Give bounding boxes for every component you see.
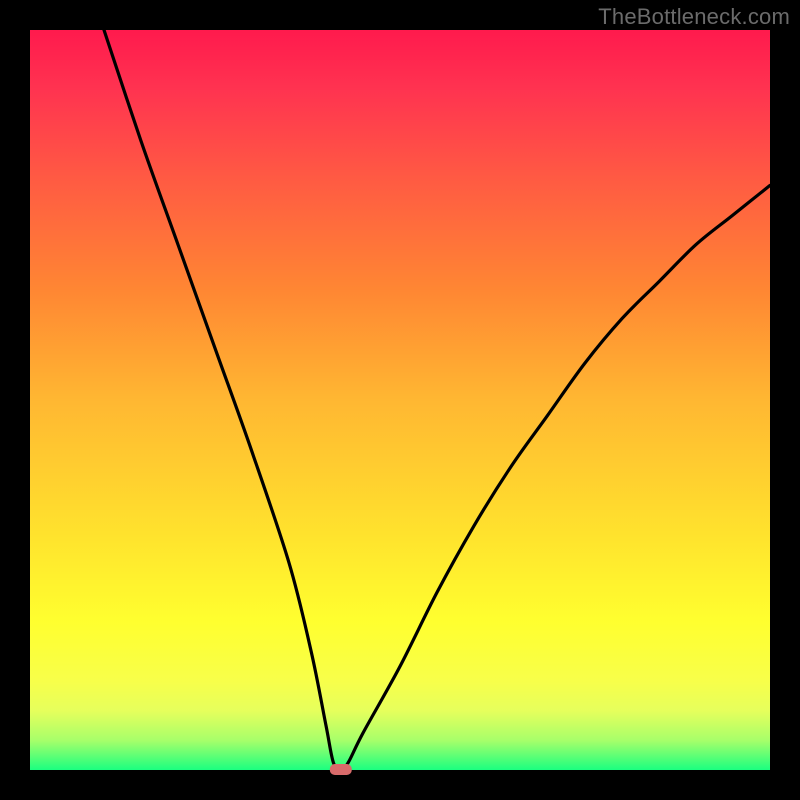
plot-area xyxy=(30,30,770,770)
minimum-marker xyxy=(330,764,352,775)
watermark-text: TheBottleneck.com xyxy=(598,4,790,30)
bottleneck-curve xyxy=(104,30,770,770)
curve-layer xyxy=(30,30,770,770)
chart-frame: TheBottleneck.com xyxy=(0,0,800,800)
